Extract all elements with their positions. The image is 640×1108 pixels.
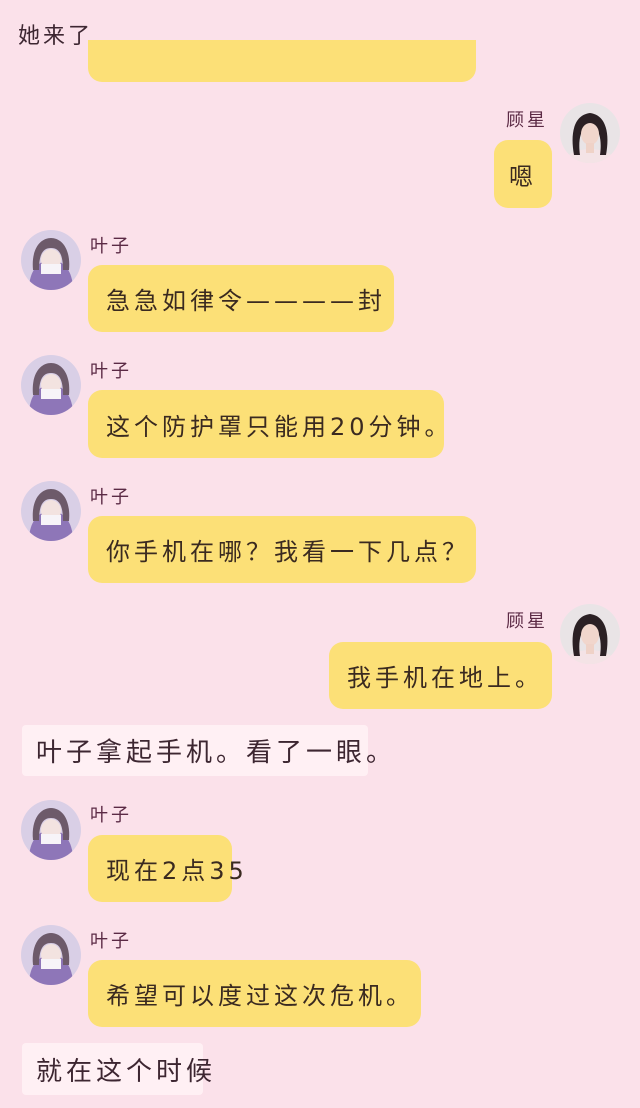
sender-name-left: 叶子 — [90, 236, 132, 257]
narration-top: 她来了 — [18, 24, 94, 49]
avatar-left-icon[interactable] — [21, 355, 81, 415]
message-bubble[interactable]: 嗯 — [494, 140, 552, 208]
message-bubble[interactable]: 我手机在地上。 — [329, 642, 552, 709]
message-bubble[interactable]: 急急如律令————封 — [88, 265, 394, 332]
message-bubble-cutoff[interactable] — [88, 40, 476, 82]
sender-name-left: 叶子 — [90, 931, 132, 952]
sender-name-left: 叶子 — [90, 805, 132, 826]
sender-name-left: 叶子 — [90, 361, 132, 382]
avatar-right-icon[interactable] — [560, 604, 620, 664]
message-bubble[interactable]: 现在2点35 — [88, 835, 244, 902]
message-bubble[interactable]: 希望可以度过这次危机。 — [88, 960, 421, 1027]
avatar-left-icon[interactable] — [21, 230, 81, 290]
sender-name-right: 顾星 — [506, 611, 548, 632]
narration-mid: 叶子拿起手机。看了一眼。 — [22, 725, 392, 776]
narration-bottom: 就在这个时候 — [22, 1043, 212, 1095]
avatar-right-icon[interactable] — [560, 103, 620, 163]
avatar-left-icon[interactable] — [21, 481, 81, 541]
message-bubble[interactable]: 你手机在哪？我看一下几点？ — [88, 516, 476, 583]
avatar-left-icon[interactable] — [21, 800, 81, 860]
sender-name-right: 顾星 — [506, 110, 548, 131]
avatar-left-icon[interactable] — [21, 925, 81, 985]
sender-name-left: 叶子 — [90, 487, 132, 508]
chat-story-page: 她来了 顾星 嗯 叶子 急急如律令————封 叶子 这个防护罩只能用20分钟。 … — [0, 0, 640, 1108]
message-bubble[interactable]: 这个防护罩只能用20分钟。 — [88, 390, 449, 458]
